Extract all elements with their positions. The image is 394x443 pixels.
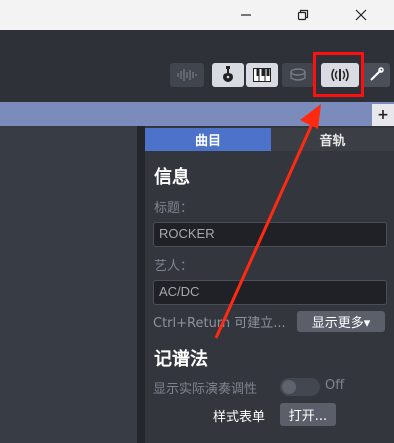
add-track-button[interactable]: + <box>372 104 394 126</box>
show-more-button[interactable]: 显示更多▾ <box>297 311 385 332</box>
restore-button[interactable] <box>291 4 315 26</box>
stylesheet-label: 样式表单 <box>213 410 266 425</box>
timeline-strip <box>0 102 394 126</box>
notation-section-title: 记谱法 <box>154 349 208 370</box>
audio-wave-button[interactable] <box>170 63 204 87</box>
tab-song[interactable]: 曲目 <box>145 128 271 151</box>
track-list-pane <box>0 126 137 443</box>
title-field[interactable]: ROCKER <box>153 222 387 247</box>
show-pitch-toggle[interactable] <box>280 378 320 396</box>
shortcut-hint: Ctrl+Return 可建立... <box>153 316 286 331</box>
guitar-view-button[interactable] <box>212 63 244 87</box>
tab-track[interactable]: 音轨 <box>271 128 394 151</box>
toggle-knob <box>282 380 296 394</box>
piano-icon <box>253 68 271 82</box>
close-icon <box>355 9 367 21</box>
drum-view-button[interactable] <box>282 63 314 87</box>
minimize-button[interactable] <box>234 4 258 26</box>
toggle-state-text: Off <box>325 378 345 393</box>
highlight-box <box>313 52 364 97</box>
open-stylesheet-button[interactable]: 打开... <box>280 403 336 426</box>
artist-field[interactable]: AC/DC <box>153 280 387 305</box>
tools-icon <box>370 67 384 81</box>
drum-icon <box>290 68 306 81</box>
guitar-icon <box>223 66 233 82</box>
close-button[interactable] <box>349 4 373 26</box>
audio-wave-icon <box>177 69 197 81</box>
tools-button[interactable] <box>362 63 390 87</box>
info-section-title: 信息 <box>154 167 190 188</box>
minimize-icon <box>241 14 251 16</box>
restore-icon <box>297 9 309 21</box>
title-bar <box>0 0 394 30</box>
pane-splitter[interactable] <box>137 126 145 443</box>
title-field-label: 标题： <box>154 201 194 216</box>
show-pitch-label: 显示实际演奏调性 <box>153 382 258 397</box>
piano-view-button[interactable] <box>246 63 278 87</box>
artist-field-label: 艺人： <box>154 259 194 274</box>
